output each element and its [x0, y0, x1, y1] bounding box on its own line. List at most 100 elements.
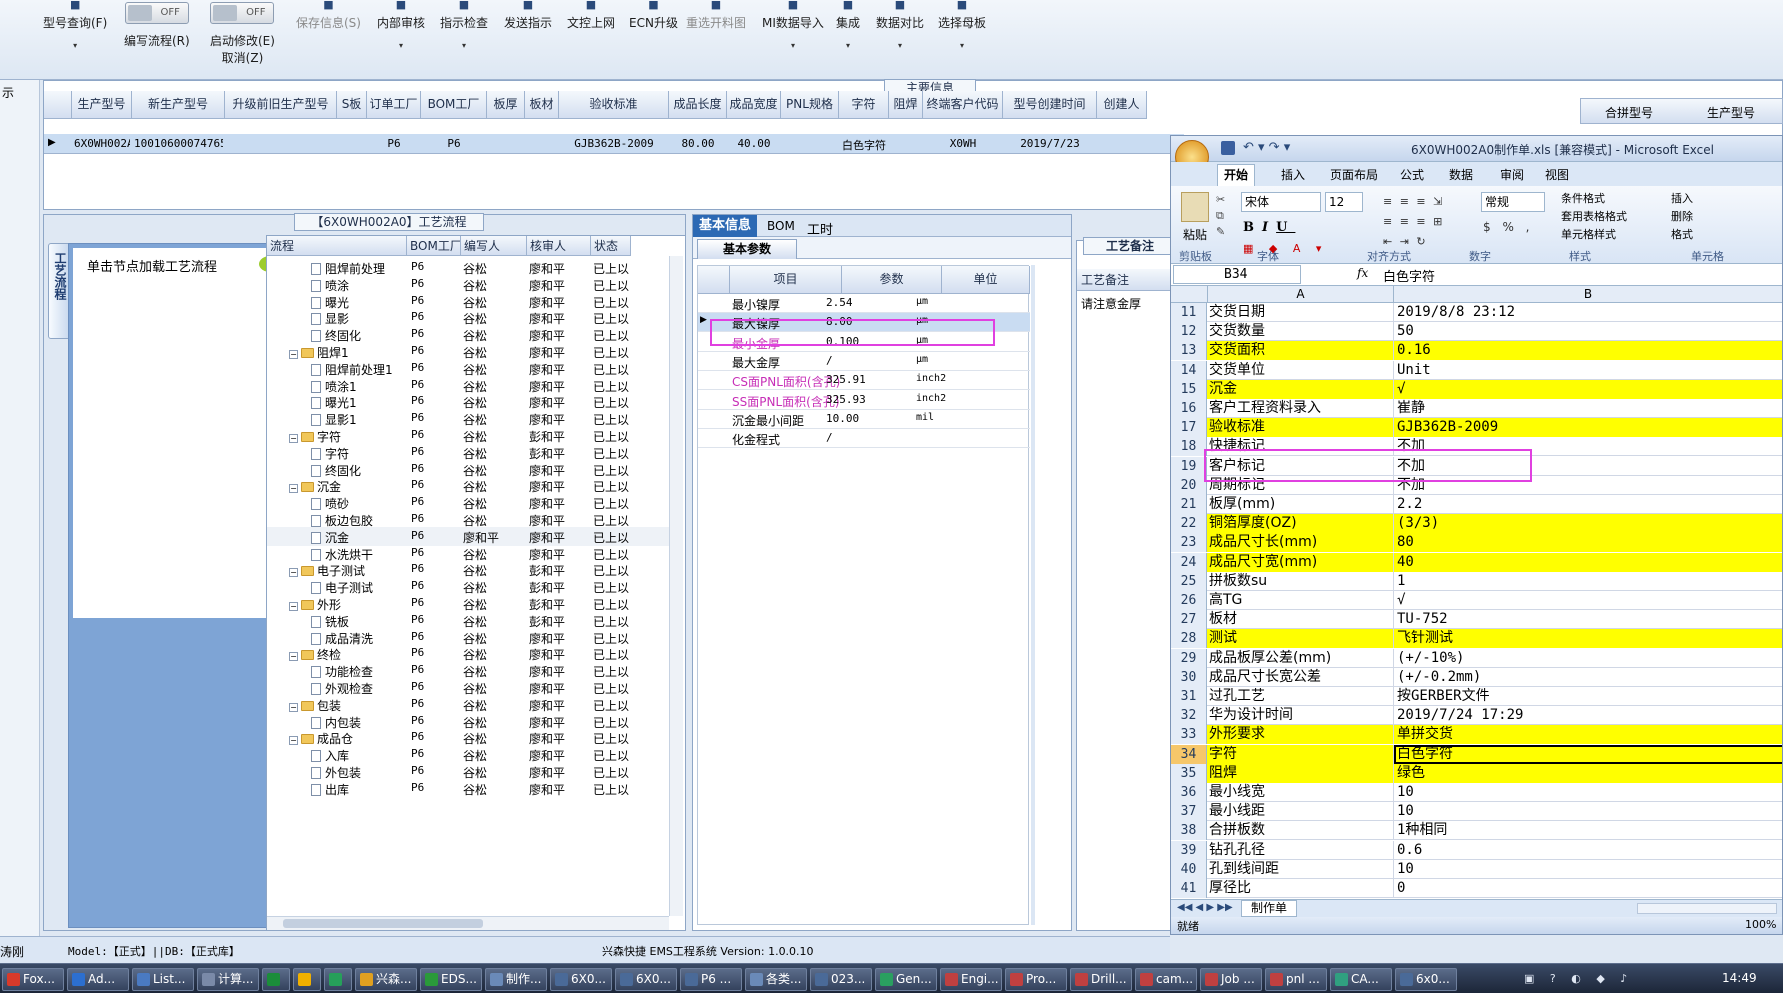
main-cell-4[interactable]: P6 — [369, 137, 419, 150]
taskbar-item-6[interactable] — [324, 968, 352, 991]
cell-b[interactable]: 0 — [1394, 879, 1782, 898]
row-number[interactable]: 40 — [1171, 859, 1207, 879]
cell-b[interactable]: 80 — [1394, 533, 1782, 553]
toggle-switch-1[interactable]: OFF — [124, 2, 189, 24]
main-cell-14[interactable]: X0WH — [925, 137, 1001, 150]
tree-horizontal-scrollbar[interactable] — [267, 916, 669, 930]
row-number[interactable]: 41 — [1171, 879, 1207, 898]
dropdown-caret-icon[interactable]: ▾ — [836, 31, 860, 51]
col-status[interactable]: 状态 — [591, 236, 631, 256]
taskbar-item-13[interactable]: 各类... — [745, 968, 807, 991]
cell-a[interactable]: 铜箔厚度(OZ) — [1207, 514, 1394, 534]
col-flow[interactable]: 流程 — [267, 236, 407, 256]
table-format-button[interactable]: 套用表格格式 — [1561, 208, 1627, 226]
row-number[interactable]: 33 — [1171, 725, 1207, 745]
cell-b[interactable]: 10 — [1394, 860, 1782, 879]
number-format-select[interactable]: 常规 — [1481, 192, 1545, 212]
cell-a[interactable]: 交货单位 — [1207, 360, 1394, 380]
font-name-select[interactable]: 宋体 — [1241, 192, 1321, 212]
number-format-icons[interactable]: $ % , — [1483, 220, 1533, 234]
cell-style-button[interactable]: 单元格样式 — [1561, 226, 1627, 244]
cell-b[interactable]: 10 — [1394, 783, 1782, 802]
sheet-row[interactable]: 37 最小线距 10 — [1171, 802, 1782, 822]
sheet-row[interactable]: 12 交货数量 50 — [1171, 322, 1782, 342]
row-number[interactable]: 38 — [1171, 821, 1207, 841]
row-number[interactable]: 36 — [1171, 783, 1207, 802]
cell-a[interactable]: 高TG — [1207, 591, 1394, 610]
toolbar-button-4[interactable]: ■ 内部审核 ▾ — [377, 0, 425, 51]
row-number[interactable]: 23 — [1171, 533, 1207, 553]
cell-a[interactable]: 验收标准 — [1207, 418, 1394, 438]
excel-zoom-level[interactable]: 100% — [1745, 918, 1776, 931]
row-number[interactable]: 24 — [1171, 552, 1207, 572]
main-cell-10[interactable]: 40.00 — [729, 137, 779, 150]
row-number[interactable]: 16 — [1171, 399, 1207, 418]
toolbar-button-12[interactable]: ■ 数据对比 ▾ — [876, 0, 924, 51]
flow-node[interactable]: 出库 — [311, 781, 349, 798]
toolbar-button-9[interactable]: ■ 重选开料图 — [686, 0, 746, 31]
expand-toggle-icon[interactable]: − — [289, 568, 298, 578]
row-number[interactable]: 11 — [1171, 303, 1207, 322]
dropdown-caret-icon[interactable]: ▾ — [938, 31, 986, 51]
toggle-switch-2[interactable]: OFF — [210, 2, 275, 24]
dropdown-caret-icon[interactable]: ▾ — [876, 31, 924, 51]
cell-b[interactable]: 白色字符 — [1394, 744, 1782, 764]
cell-b[interactable]: √ — [1394, 591, 1782, 610]
basic-param-row[interactable]: SS面PNL面积(含孔) 325.93 inch2 — [698, 391, 1030, 410]
cell-a[interactable]: 钻孔孔径 — [1207, 840, 1394, 860]
cell-a[interactable]: 成品板厚公差(mm) — [1207, 648, 1394, 668]
cell-a[interactable]: 最小线宽 — [1207, 783, 1394, 802]
cell-a[interactable]: 交货日期 — [1207, 303, 1394, 322]
ribbon-tab-1[interactable]: 插入 — [1275, 166, 1311, 183]
cell-a[interactable]: 交货面积 — [1207, 341, 1394, 361]
main-cell-15[interactable]: 2019/7/23 — [1005, 137, 1095, 150]
taskbar-item-19[interactable]: cam... — [1135, 968, 1197, 991]
sheet-row[interactable]: 22 铜箔厚度(OZ) (3/3) — [1171, 514, 1782, 534]
param-value[interactable]: 325.93 — [826, 393, 866, 406]
cell-a[interactable]: 最小线距 — [1207, 802, 1394, 822]
sheet-row[interactable]: 32 华为设计时间 2019/7/24 17:29 — [1171, 706, 1782, 726]
main-cell-0[interactable]: 6X0WH002A0 — [74, 137, 130, 150]
cell-a[interactable]: 成品尺寸宽(mm) — [1207, 552, 1394, 572]
sheet-row[interactable]: 17 验收标准 GJB362B-2009 — [1171, 418, 1782, 438]
sheet-row[interactable]: 33 外形要求 单拼交货 — [1171, 725, 1782, 745]
row-number[interactable]: 13 — [1171, 341, 1207, 361]
row-number[interactable]: 17 — [1171, 418, 1207, 438]
cell-a[interactable]: 拼板数su — [1207, 571, 1394, 591]
ribbon-tab-2[interactable]: 页面布局 — [1324, 166, 1384, 183]
cell-b[interactable]: 按GERBER文件 — [1394, 687, 1782, 706]
name-box[interactable]: B34 — [1173, 265, 1301, 284]
expand-toggle-icon[interactable]: − — [289, 736, 298, 746]
cell-b[interactable]: 2.2 — [1394, 495, 1782, 514]
row-number[interactable]: 25 — [1171, 571, 1207, 591]
cell-b[interactable]: TU-752 — [1394, 610, 1782, 629]
row-number[interactable]: 34 — [1171, 744, 1207, 764]
insert-cell-button[interactable]: 插入 — [1671, 190, 1693, 208]
col-b-header[interactable]: B — [1394, 286, 1782, 303]
dropdown-caret-icon[interactable]: ▾ — [377, 31, 425, 51]
ribbon-tab-0[interactable]: 开始 — [1217, 164, 1256, 186]
expand-toggle-icon[interactable]: − — [289, 484, 298, 494]
cell-a[interactable]: 过孔工艺 — [1207, 687, 1394, 706]
taskbar-item-1[interactable]: Ad... — [67, 968, 129, 991]
cell-b[interactable]: 崔静 — [1394, 399, 1782, 418]
ribbon-tab-5[interactable]: 审阅 — [1494, 166, 1530, 183]
cell-b[interactable]: 1 — [1394, 572, 1782, 591]
cell-b[interactable]: 40 — [1394, 552, 1782, 572]
cell-a[interactable]: 厚径比 — [1207, 879, 1394, 898]
expand-toggle-icon[interactable]: − — [289, 350, 298, 359]
taskbar-item-4[interactable] — [262, 968, 290, 991]
expand-toggle-icon[interactable]: − — [289, 652, 298, 662]
main-info-row[interactable]: ▶ 6X0WH002A0 10010600074765 P6 P6 GJB362B-20… — [44, 134, 1184, 154]
row-number[interactable]: 29 — [1171, 648, 1207, 668]
toolbar-button-2[interactable]: OFF 启动修改(E) 取消(Z) — [210, 0, 275, 66]
cell-a[interactable]: 成品尺寸长(mm) — [1207, 533, 1394, 553]
toolbar-button-0[interactable]: ■ 型号查询(F) ▾ — [43, 0, 107, 51]
row-number[interactable]: 35 — [1171, 763, 1207, 783]
sheet-row[interactable]: 13 交货面积 0.16 — [1171, 341, 1782, 361]
font-size-select[interactable]: 12 — [1325, 192, 1363, 212]
toolbar-button-1[interactable]: OFF 编写流程(R) — [124, 0, 190, 49]
sheet-row[interactable]: 21 板厚(mm) 2.2 — [1171, 495, 1782, 514]
col-a-header[interactable]: A — [1207, 286, 1394, 303]
main-cell-12[interactable]: 白色字符 — [841, 137, 887, 153]
